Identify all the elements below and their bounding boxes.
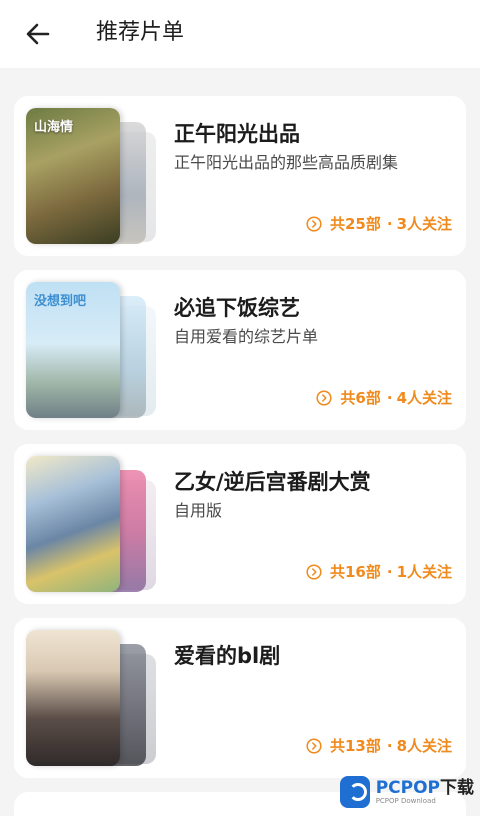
play-circle-icon xyxy=(306,563,322,580)
arrow-left-icon[interactable] xyxy=(22,18,54,50)
watermark-brand: PCPOP xyxy=(375,777,440,798)
cover-stack: 山海情 xyxy=(26,108,162,244)
watermark-suffix: 下载 xyxy=(440,777,474,798)
follower-count: 4人关注 xyxy=(396,389,452,407)
play-circle-icon xyxy=(306,737,322,754)
item-count: 共25部 xyxy=(329,215,381,233)
playlist-title: 乙女/逆后宫番剧大赏 xyxy=(174,470,371,494)
playlist-meta: 共16部 · 1人关注 xyxy=(306,561,452,582)
follower-count: 1人关注 xyxy=(396,563,452,581)
playlist-card[interactable]: 山海情 正午阳光出品 正午阳光出品的那些高品质剧集 共25部 · 3人关注 xyxy=(14,96,466,256)
cover-stack: 没想到吧 xyxy=(26,282,162,418)
playlist-card[interactable]: 爱看的bl剧 共13部 · 8人关注 xyxy=(14,618,466,778)
follower-count: 3人关注 xyxy=(396,215,452,233)
top-bar: 推荐片单 xyxy=(0,0,480,68)
item-count: 共13部 xyxy=(329,737,381,755)
watermark-sub: PCPOP Download xyxy=(375,796,436,805)
playlist-subtitle: 正午阳光出品的那些高品质剧集 xyxy=(174,153,399,172)
cover-stack xyxy=(26,456,162,592)
cover-image xyxy=(26,456,120,592)
pcpop-logo-icon xyxy=(339,776,370,808)
playlist-subtitle: 自用版 xyxy=(174,501,223,520)
cover-image: 山海情 xyxy=(26,108,120,244)
playlist-meta: 共13部 · 8人关注 xyxy=(306,735,452,756)
cover-image xyxy=(26,630,120,766)
item-count: 共6部 xyxy=(340,389,381,407)
cover-stack xyxy=(26,630,162,766)
playlist-list: 山海情 正午阳光出品 正午阳光出品的那些高品质剧集 共25部 · 3人关注 没想… xyxy=(14,96,466,816)
cover-image: 没想到吧 xyxy=(26,282,120,418)
playlist-subtitle: 自用爱看的综艺片单 xyxy=(174,327,319,346)
playlist-title: 爱看的bl剧 xyxy=(174,644,281,668)
play-circle-icon xyxy=(306,215,322,232)
item-count: 共16部 xyxy=(329,563,381,581)
playlist-card[interactable]: 没想到吧 必追下饭综艺 自用爱看的综艺片单 共6部 · 4人关注 xyxy=(14,270,466,430)
playlist-title: 正午阳光出品 xyxy=(174,122,300,146)
playlist-title: 必追下饭综艺 xyxy=(174,296,300,320)
cover-caption: 没想到吧 xyxy=(34,294,87,309)
watermark: PCPOP下载 PCPOP Download xyxy=(339,776,474,808)
cover-caption: 山海情 xyxy=(34,120,74,135)
page-title: 推荐片单 xyxy=(96,20,185,45)
play-circle-icon xyxy=(316,389,332,406)
playlist-card[interactable]: 乙女/逆后宫番剧大赏 自用版 共16部 · 1人关注 xyxy=(14,444,466,604)
playlist-meta: 共6部 · 4人关注 xyxy=(316,387,452,408)
follower-count: 8人关注 xyxy=(396,737,452,755)
playlist-meta: 共25部 · 3人关注 xyxy=(306,213,452,234)
